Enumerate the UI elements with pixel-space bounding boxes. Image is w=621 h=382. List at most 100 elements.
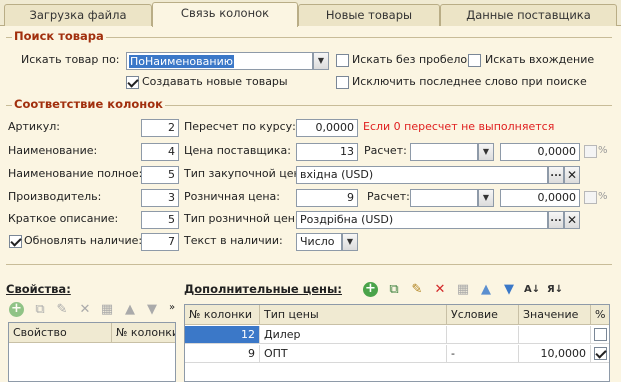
calc2-dropdown-button[interactable]: ▼ bbox=[478, 189, 494, 207]
prop-move-down-icon[interactable]: ▼ bbox=[144, 302, 160, 318]
purchase-type-field[interactable]: вхідна (USD) bbox=[296, 166, 548, 184]
price-row-2-pct-checkbox[interactable] bbox=[594, 347, 607, 360]
rate-field[interactable]: 0,0000 bbox=[296, 119, 358, 137]
price-move-up-icon[interactable]: ▲ bbox=[478, 282, 494, 298]
prop-col-column-no[interactable]: № колонки bbox=[112, 323, 175, 343]
price-end-edit-icon[interactable]: ▦ bbox=[455, 282, 471, 298]
calc1-label: Расчет: bbox=[364, 144, 407, 157]
extra-prices-table[interactable]: № колонки Тип цены Условие Значение % 12… bbox=[184, 304, 610, 382]
name-label: Наименование: bbox=[8, 144, 98, 157]
short-desc-label: Краткое описание: bbox=[8, 212, 119, 225]
exclude-last-word-checkbox[interactable] bbox=[336, 76, 349, 89]
prop-col-property[interactable]: Свойство bbox=[9, 323, 112, 343]
price-row-1-type[interactable]: Дилер bbox=[260, 326, 447, 344]
price-row-2-cond[interactable]: - bbox=[447, 345, 519, 363]
search-by-field[interactable]: ПоНаименованию bbox=[126, 52, 313, 70]
name-field[interactable]: 4 bbox=[141, 143, 179, 161]
occurrence-label: Искать вхождение bbox=[485, 53, 595, 66]
price-col-percent[interactable]: % bbox=[591, 305, 609, 325]
create-new-label: Создавать новые товары bbox=[142, 75, 288, 88]
update-avail-label: Обновлять наличие: bbox=[24, 234, 143, 247]
price-add-icon[interactable]: + bbox=[363, 282, 379, 298]
article-label: Артикул: bbox=[8, 120, 60, 133]
no-spaces-label: Искать без пробелов bbox=[352, 53, 474, 66]
price-sort-asc-icon[interactable]: A↓ bbox=[524, 282, 540, 298]
calc1-percent-checkbox[interactable] bbox=[584, 145, 597, 158]
tab-file-load[interactable]: Загрузка файла bbox=[4, 4, 152, 26]
retail-type-select-button[interactable]: ... bbox=[548, 211, 564, 229]
price-move-down-icon[interactable]: ▼ bbox=[501, 282, 517, 298]
price-edit-icon[interactable]: ✎ bbox=[409, 282, 425, 298]
mapping-section-title: Соответствие колонок bbox=[12, 97, 165, 111]
retail-type-clear-button[interactable]: ✕ bbox=[564, 211, 580, 229]
calc1-field[interactable] bbox=[410, 143, 478, 161]
calc1-percent-label: % bbox=[598, 145, 608, 156]
price-row-1-pct-cell[interactable] bbox=[591, 326, 609, 344]
price-row-2-type[interactable]: ОПТ bbox=[260, 345, 447, 363]
full-name-field[interactable]: 5 bbox=[141, 166, 179, 184]
retail-type-field[interactable]: Роздрібна (USD) bbox=[296, 211, 548, 229]
retail-type-label: Тип розничной цены: bbox=[184, 212, 308, 225]
calc1-dropdown-button[interactable]: ▼ bbox=[478, 143, 494, 161]
exclude-last-word-label: Исключить последнее слово при поиске bbox=[352, 75, 587, 88]
price-sort-desc-icon[interactable]: Я↓ bbox=[547, 282, 563, 298]
tab-new-products[interactable]: Новые товары bbox=[298, 4, 440, 26]
rate-note: Если 0 пересчет не выполняется bbox=[363, 120, 555, 133]
supplier-price-label: Цена поставщика: bbox=[184, 144, 291, 157]
price-delete-icon[interactable]: ✕ bbox=[432, 282, 448, 298]
calc2-label: Расчет: bbox=[367, 190, 410, 203]
search-by-dropdown-button[interactable]: ▼ bbox=[313, 52, 329, 70]
rate-label: Пересчет по курсу: bbox=[184, 120, 296, 133]
prop-copy-icon[interactable]: ⧉ bbox=[32, 302, 48, 318]
prop-delete-icon[interactable]: ✕ bbox=[77, 302, 93, 318]
purchase-type-clear-button[interactable]: ✕ bbox=[564, 166, 580, 184]
occurrence-checkbox[interactable] bbox=[468, 54, 481, 67]
update-avail-checkbox[interactable] bbox=[9, 235, 22, 248]
properties-title: Свойства: bbox=[6, 282, 71, 296]
prop-add-icon[interactable]: + bbox=[9, 302, 25, 318]
price-row-2-pct-cell[interactable] bbox=[591, 345, 609, 363]
avail-text-dropdown-button[interactable]: ▼ bbox=[342, 233, 358, 251]
calc2-amount-field[interactable]: 0,0000 bbox=[500, 189, 580, 207]
manufacturer-label: Производитель: bbox=[8, 190, 102, 203]
prop-end-edit-icon[interactable]: ▦ bbox=[99, 302, 115, 318]
price-row-2-col[interactable]: 9 bbox=[185, 345, 260, 363]
price-row-1-value[interactable] bbox=[519, 326, 591, 344]
tab-supplier-data[interactable]: Данные поставщика bbox=[440, 4, 617, 26]
extra-prices-title: Дополнительные цены: bbox=[184, 282, 342, 296]
manufacturer-field[interactable]: 3 bbox=[141, 189, 179, 207]
price-col-condition[interactable]: Условие bbox=[447, 305, 519, 325]
purchase-type-select-button[interactable]: ... bbox=[548, 166, 564, 184]
tab-bar: Загрузка файла Связь колонок Новые товар… bbox=[0, 0, 621, 27]
price-col-column-no[interactable]: № колонки bbox=[185, 305, 260, 325]
price-col-value[interactable]: Значение bbox=[519, 305, 591, 325]
price-row-1-pct-checkbox[interactable] bbox=[594, 328, 607, 341]
article-field[interactable]: 2 bbox=[141, 119, 179, 137]
avail-text-field[interactable]: Число bbox=[296, 233, 342, 251]
retail-price-field[interactable]: 9 bbox=[296, 189, 358, 207]
prop-edit-icon[interactable]: ✎ bbox=[54, 302, 70, 318]
purchase-type-label: Тип закупочной цены: bbox=[184, 167, 314, 180]
price-col-type[interactable]: Тип цены bbox=[260, 305, 447, 325]
price-row-1-col[interactable]: 12 bbox=[185, 326, 260, 344]
calc2-percent-checkbox[interactable] bbox=[584, 191, 597, 204]
search-section-title: Поиск товара bbox=[12, 29, 106, 43]
full-name-label: Наименование полное: bbox=[8, 167, 143, 180]
calc2-percent-label: % bbox=[598, 191, 608, 202]
properties-table[interactable]: Свойство № колонки bbox=[8, 322, 176, 382]
no-spaces-checkbox[interactable] bbox=[336, 54, 349, 67]
price-row-2-value[interactable]: 10,0000 bbox=[519, 345, 591, 363]
supplier-price-field[interactable]: 13 bbox=[296, 143, 358, 161]
prop-more-icon[interactable]: » bbox=[164, 300, 180, 316]
price-row-1-cond[interactable] bbox=[447, 326, 519, 344]
short-desc-field[interactable]: 5 bbox=[141, 211, 179, 229]
calc2-field[interactable] bbox=[410, 189, 478, 207]
create-new-checkbox[interactable] bbox=[126, 76, 139, 89]
avail-text-label: Текст в наличии: bbox=[184, 234, 283, 247]
update-avail-field[interactable]: 7 bbox=[141, 233, 179, 251]
search-by-label: Искать товар по: bbox=[21, 53, 120, 66]
tab-column-mapping[interactable]: Связь колонок bbox=[152, 2, 298, 27]
prop-move-up-icon[interactable]: ▲ bbox=[122, 302, 138, 318]
calc1-amount-field[interactable]: 0,0000 bbox=[500, 143, 580, 161]
price-copy-icon[interactable]: ⧉ bbox=[386, 282, 402, 298]
